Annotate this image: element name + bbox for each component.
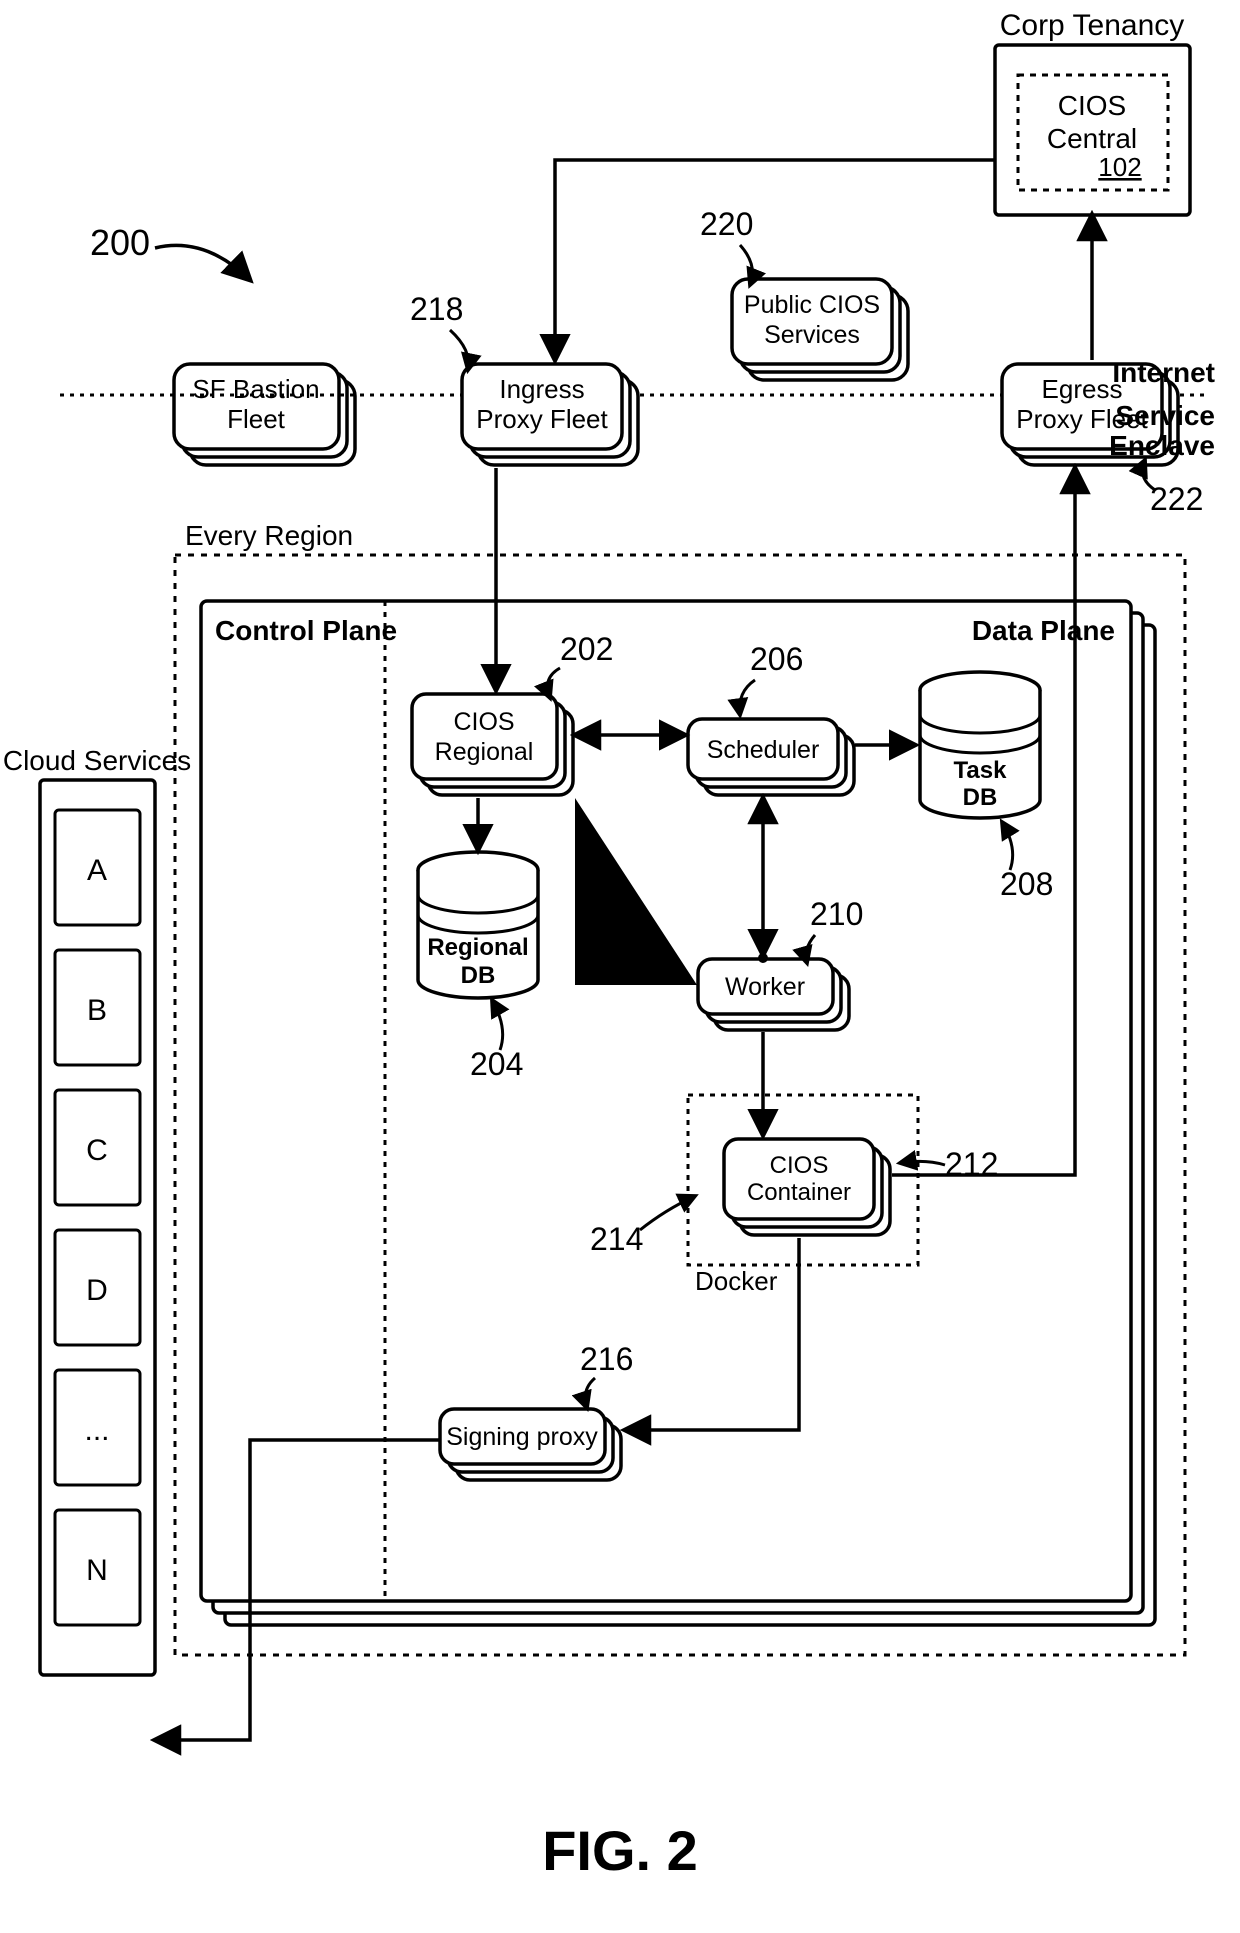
ref-204: 204 [470,1046,523,1082]
svg-text:Regional: Regional [427,934,528,961]
svg-text:Signing proxy: Signing proxy [446,1423,598,1451]
cios-central-label-2: Central [1047,123,1137,154]
ref-222: 222 [1150,481,1203,517]
svg-text:Ingress: Ingress [499,374,584,404]
ingress-proxy-fleet: Ingress Proxy Fleet [462,364,638,465]
svg-text:Proxy Fleet: Proxy Fleet [476,404,608,434]
internet-label: Internet [1112,357,1215,388]
ref-210: 210 [810,896,863,932]
control-plane-label: Control Plane [215,615,397,646]
svg-text:Task: Task [954,757,1008,784]
docker-label: Docker [695,1266,778,1296]
regional-db: Regional DB [418,852,538,998]
sf-bastion-fleet: SF Bastion Fleet [174,364,355,465]
ref-220: 220 [700,206,753,242]
cios-central-label-1: CIOS [1058,90,1126,121]
svg-text:Cloud Services: Cloud Services [3,745,191,776]
svg-text:A: A [87,854,107,887]
public-cios-services: Public CIOS Services [732,279,908,380]
ref-208: 208 [1000,866,1053,902]
svg-text:CIOS: CIOS [453,708,514,736]
svg-text:CIOS: CIOS [770,1152,829,1179]
figure-label: FIG. 2 [542,1819,698,1882]
cios-regional: CIOS Regional [412,694,573,795]
corp-tenancy-label: Corp Tenancy [1000,9,1185,42]
svg-text:DB: DB [461,962,496,989]
svg-text:Scheduler: Scheduler [707,736,820,764]
worker: Worker [698,959,849,1030]
svg-text:Worker: Worker [725,973,805,1001]
signing-proxy: Signing proxy [440,1409,621,1480]
svg-text:...: ... [84,1414,109,1447]
architecture-diagram: 200 Corp Tenancy CIOS Central 102 SF Bas… [0,0,1240,1933]
ref-200: 200 [90,222,150,263]
svg-text:Container: Container [747,1179,851,1206]
cios-container: CIOS Container [724,1139,890,1235]
cios-central-num: 102 [1098,152,1141,182]
ref-202: 202 [560,631,613,667]
every-region-label: Every Region [185,520,353,551]
svg-text:Enclave: Enclave [1109,430,1215,461]
svg-text:DB: DB [963,784,998,811]
svg-text:Regional: Regional [435,738,534,766]
ref-200-arrow [155,245,250,280]
cloud-services: Cloud Services A B C D ... N [3,745,191,1675]
svg-text:N: N [86,1554,108,1587]
svg-text:Public CIOS: Public CIOS [744,291,880,319]
svg-text:D: D [86,1274,108,1307]
svg-text:Egress: Egress [1042,374,1123,404]
scheduler: Scheduler [688,719,854,795]
corp-tenancy-box: Corp Tenancy CIOS Central 102 [995,9,1190,215]
task-db: Task DB [920,672,1040,818]
ref-218: 218 [410,291,463,327]
ref-206: 206 [750,641,803,677]
data-plane-label: Data Plane [972,615,1115,646]
svg-text:B: B [87,994,107,1027]
ref-216: 216 [580,1341,633,1377]
svg-text:SF Bastion: SF Bastion [192,374,319,404]
svg-text:Fleet: Fleet [227,404,286,434]
ref-214: 214 [590,1221,643,1257]
svg-text:Service: Service [1115,400,1215,431]
svg-text:C: C [86,1134,108,1167]
svg-text:Services: Services [764,321,860,349]
